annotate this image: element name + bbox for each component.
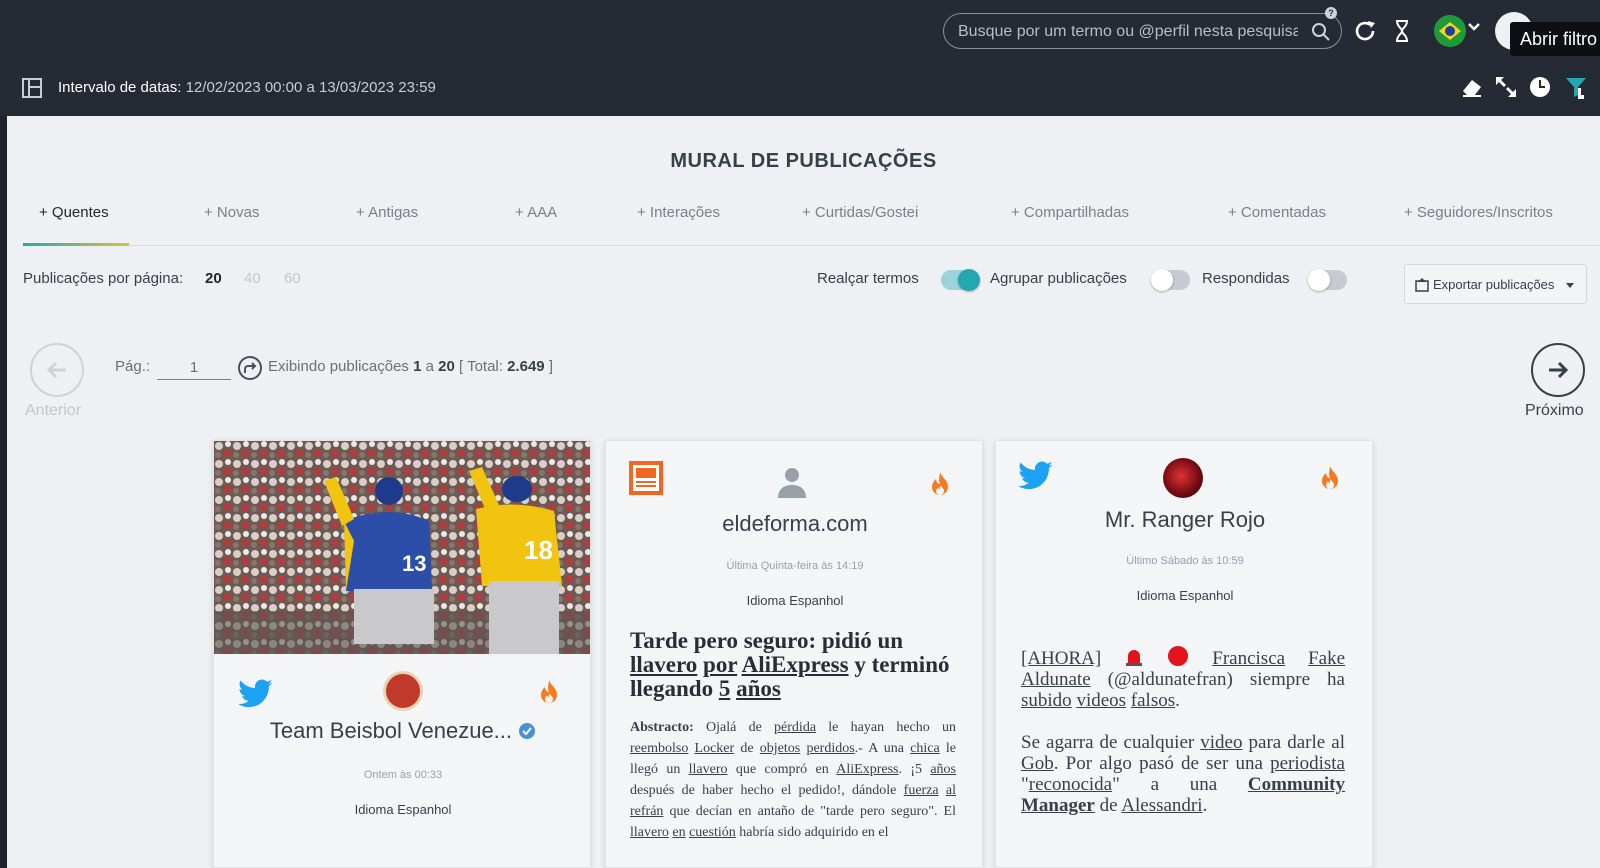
total-value: 2.649 <box>507 358 545 375</box>
card-author[interactable]: Mr. Ranger Rojo <box>996 507 1372 533</box>
per-page-60[interactable]: 60 <box>284 270 301 287</box>
per-page-40[interactable]: 40 <box>244 270 261 287</box>
pager-info: Exibindo publicações 1 a 20 [ Total: 2.6… <box>268 358 553 375</box>
post-image[interactable]: 13 18 <box>214 441 590 654</box>
tab-quentes[interactable]: + Quentes <box>39 200 109 246</box>
total-close: ] <box>548 358 553 375</box>
arrow-left-icon <box>46 361 66 379</box>
red-circle-icon <box>1168 646 1189 666</box>
group-label: Agrupar publicações <box>990 270 1127 287</box>
card-date: Ontem às 00:33 <box>363 769 443 781</box>
eraser-icon[interactable] <box>1459 74 1485 100</box>
expand-icon[interactable] <box>1493 74 1519 100</box>
showing-text: Exibindo publicações <box>268 358 409 375</box>
brazil-flag-icon[interactable] <box>1434 15 1466 47</box>
next-label[interactable]: Próximo <box>1525 402 1584 420</box>
export-label: Exportar publicações <box>1433 277 1555 292</box>
tab-comentadas[interactable]: + Comentadas <box>1228 200 1326 246</box>
siren-icon <box>1126 650 1143 666</box>
search-box[interactable]: ? <box>943 7 1342 49</box>
verified-icon <box>519 723 536 739</box>
active-tab-indicator <box>23 243 129 246</box>
card-author-name: Team Beisbol Venezue... <box>269 718 513 743</box>
page-input[interactable] <box>157 356 231 380</box>
filter-icon[interactable] <box>1563 74 1589 100</box>
from-value: 1 <box>413 358 422 375</box>
clock-icon[interactable] <box>1527 74 1553 100</box>
redo-icon <box>244 362 257 373</box>
post-card[interactable]: Mr. Ranger Rojo Último Sábado às 10:59 I… <box>995 440 1373 868</box>
tweet-text: [AHORA] Francisca Fake Aldunate (@alduna… <box>1021 645 1345 837</box>
per-page-label: Publicações por página: <box>23 270 184 287</box>
article-abstract: Abstracto: Ojalá de pérdida le hayan hec… <box>630 720 957 840</box>
tab-aaa[interactable]: + AAA <box>515 200 557 246</box>
post-card[interactable]: 13 18 Team Beisbol Venezue... Ontem às 0… <box>213 440 591 868</box>
post-card[interactable]: eldeforma.com Última Quinta-feira às 14:… <box>605 440 983 868</box>
fire-icon <box>1322 466 1338 489</box>
prev-button[interactable] <box>30 343 84 397</box>
article-title[interactable]: Tarde pero seguro: pidió un llavero por … <box>630 629 960 701</box>
layout-icon[interactable] <box>22 78 42 98</box>
total-label: [ Total: <box>459 358 503 375</box>
go-page-button[interactable] <box>238 356 262 380</box>
prev-label[interactable]: Anterior <box>25 402 81 420</box>
tab-seguidores[interactable]: + Seguidores/Inscritos <box>1404 200 1553 246</box>
card-language: Idioma Espanhol <box>1136 588 1234 603</box>
chevron-down-icon[interactable] <box>1467 20 1481 34</box>
date-range-row: Intervalo de datas: 12/02/2023 00:00 a 1… <box>0 70 1600 110</box>
twitter-icon[interactable] <box>1018 461 1054 491</box>
options-row: Publicações por página: 20 40 60 Realçar… <box>23 264 1600 304</box>
jersey-number-right: 18 <box>524 535 553 565</box>
help-icon[interactable]: ? <box>1325 7 1337 19</box>
per-page-20[interactable]: 20 <box>205 270 222 287</box>
user-icon[interactable] <box>775 465 809 499</box>
replied-label: Respondidas <box>1202 270 1290 287</box>
date-label-text: Intervalo de datas: <box>58 79 182 96</box>
tab-interacoes[interactable]: + Interações <box>637 200 720 246</box>
next-button[interactable] <box>1531 343 1585 397</box>
page-title: MURAL DE PUBLICAÇÕES <box>670 150 937 172</box>
hourglass-icon[interactable] <box>1389 18 1415 44</box>
page-label: Pág.: <box>115 358 151 375</box>
tab-compartilhadas[interactable]: + Compartilhadas <box>1011 200 1129 246</box>
top-bar: ? Abrir filtro Intervalo de datas: 12/02… <box>0 0 1600 116</box>
card-language: Idioma Espanhol <box>354 802 452 817</box>
card-author[interactable]: Team Beisbol Venezue... <box>214 718 590 744</box>
highlight-label: Realçar termos <box>817 270 919 287</box>
search-icon[interactable] <box>1311 22 1331 42</box>
card-language: Idioma Espanhol <box>746 593 844 608</box>
caret-down-icon <box>1566 283 1574 288</box>
news-site-icon[interactable] <box>628 460 664 496</box>
date-range-value: 12/02/2023 00:00 a 13/03/2023 23:59 <box>185 79 436 96</box>
to-word: a <box>425 358 434 375</box>
search-input[interactable] <box>958 22 1298 42</box>
fire-icon <box>541 680 557 703</box>
tab-bar: + Quentes + Novas + Antigas + AAA + Inte… <box>23 200 1600 246</box>
tooltip: Abrir filtro <box>1510 22 1600 56</box>
highlight-toggle[interactable] <box>941 269 980 291</box>
profile-avatar[interactable] <box>383 671 423 711</box>
tab-novas[interactable]: + Novas <box>204 200 259 246</box>
date-range-label: Intervalo de datas: 12/02/2023 00:00 a 1… <box>58 79 436 96</box>
export-button[interactable]: Exportar publicações <box>1404 264 1587 304</box>
to-value: 20 <box>438 358 455 375</box>
export-icon <box>1415 278 1429 292</box>
twitter-icon[interactable] <box>238 679 274 709</box>
profile-avatar[interactable] <box>1163 458 1203 498</box>
replied-toggle[interactable] <box>1308 269 1347 291</box>
group-toggle[interactable] <box>1151 269 1190 291</box>
tab-curtidas[interactable]: + Curtidas/Gostei <box>802 200 918 246</box>
fire-icon <box>932 472 948 495</box>
refresh-icon[interactable] <box>1352 18 1378 44</box>
article-title-text: Tarde pero seguro: pidió un llavero por … <box>630 628 950 701</box>
card-date: Última Quinta-feira às 14:19 <box>726 560 864 572</box>
arrow-right-icon <box>1549 361 1569 379</box>
card-author[interactable]: eldeforma.com <box>606 511 982 537</box>
tab-antigas[interactable]: + Antigas <box>356 200 418 246</box>
card-date: Último Sábado às 10:59 <box>1126 555 1244 567</box>
jersey-number-left: 13 <box>402 551 426 576</box>
